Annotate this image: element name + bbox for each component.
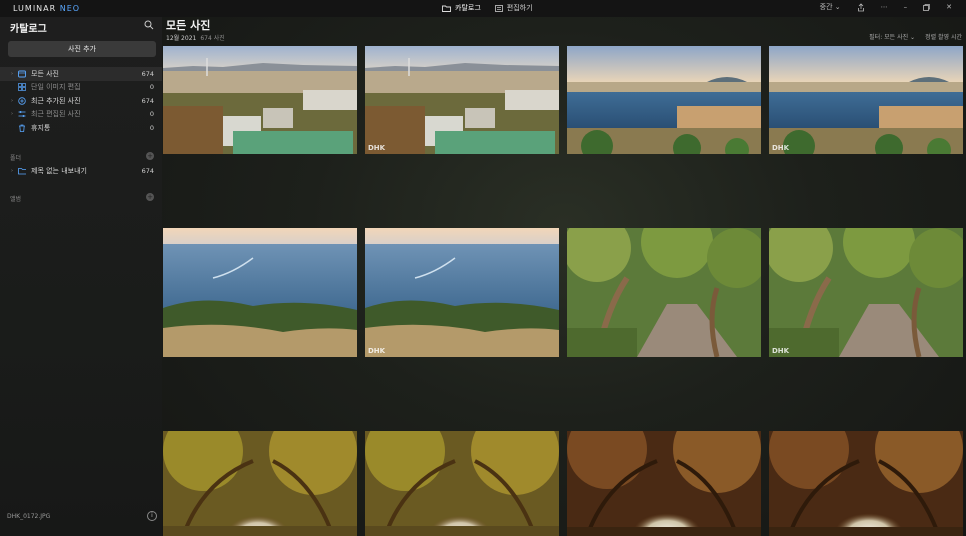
sidebar-item-label: 단일 이미지 편집 — [31, 83, 81, 92]
town-photo — [365, 46, 559, 154]
town-photo — [163, 46, 357, 154]
forest-path-photo — [769, 228, 963, 357]
photo-count: 674 사진 — [200, 35, 225, 42]
sort-dropdown[interactable]: 정렬 촬영 시간 — [925, 32, 962, 41]
tab-edit-label: 편집하기 — [506, 4, 533, 12]
watermark: DHK — [772, 144, 790, 152]
photo-thumbnail[interactable]: DHK — [365, 228, 559, 357]
date-label: 12월 2021 — [166, 35, 197, 42]
sidebar-item-count: 674 — [141, 69, 154, 78]
photo-thumbnail[interactable]: DHK — [769, 46, 963, 154]
page-title: 모든 사진 — [166, 19, 211, 32]
window-controls: 중간 ⌄ ⋯ – ✕ — [820, 2, 952, 12]
albums-heading: 앨범 — [10, 196, 22, 203]
photo-thumbnail[interactable] — [567, 46, 761, 154]
folder-icon — [442, 5, 451, 12]
close-icon[interactable]: ✕ — [946, 3, 952, 11]
watermark: DHK — [368, 347, 386, 355]
minimize-icon[interactable]: – — [904, 3, 908, 11]
watermark: DHK — [772, 347, 790, 355]
selected-file-name: DHK_0172.JPG — [7, 513, 51, 520]
plus-circle-icon — [18, 97, 26, 105]
grid-icon — [18, 83, 26, 92]
forest-path-photo — [567, 228, 761, 357]
ocean-photo — [365, 228, 559, 357]
sidebar-item-count: 674 — [141, 96, 154, 105]
title-bar: LUMINAR NEO 카탈로그 편집하기 중간 ⌄ ⋯ – ✕ — [0, 0, 966, 17]
folders-heading: 폴더 — [10, 155, 22, 162]
photo-thumbnail[interactable]: DHK — [769, 228, 963, 357]
info-icon[interactable]: i — [147, 511, 157, 521]
harbor-photo — [769, 46, 963, 154]
folder-icon — [18, 167, 26, 175]
sidebar-item-label: 최근 추가된 사진 — [31, 96, 81, 105]
trash-icon — [18, 124, 26, 132]
sliders-icon — [494, 4, 503, 12]
chevron-right-icon: › — [11, 167, 13, 174]
sidebar-item-recently-edited[interactable]: › 최근 편집된 사진 0 — [0, 108, 162, 122]
sidebar-item-recently-added[interactable]: › 최근 추가된 사진 674 — [0, 94, 162, 108]
brand-main: LUMINAR — [13, 4, 60, 13]
sidebar-item-trash[interactable]: 휴지통 0 — [0, 121, 162, 135]
tree-tunnel-photo — [567, 431, 761, 536]
add-photos-button[interactable]: 사진 추가 — [8, 41, 156, 57]
ocean-photo — [163, 228, 357, 357]
tab-edit[interactable]: 편집하기 — [494, 3, 533, 13]
adjust-icon — [18, 110, 26, 118]
folder-list: › 제목 없는 내보내기 674 — [0, 164, 162, 178]
photo-thumbnail[interactable] — [769, 431, 963, 536]
sidebar: 카탈로그 사진 추가 › 모든 사진 674 단일 이미지 편집 0 › 최근 … — [0, 17, 162, 536]
tree-tunnel-photo — [769, 431, 963, 536]
brand-accent: NEO — [59, 4, 81, 13]
sidebar-item-count: 0 — [149, 123, 154, 132]
catalog-list: › 모든 사진 674 단일 이미지 편집 0 › 최근 추가된 사진 674 … — [0, 67, 162, 135]
photo-thumbnail[interactable] — [365, 431, 559, 536]
sidebar-title: 카탈로그 — [10, 24, 47, 35]
chevron-right-icon: › — [11, 111, 13, 118]
harbor-photo — [567, 46, 761, 154]
sidebar-item-count: 0 — [149, 110, 154, 119]
sidebar-item-single-edits[interactable]: 단일 이미지 편집 0 — [0, 81, 162, 95]
sidebar-item-label: 제목 없는 내보내기 — [31, 166, 87, 175]
photo-thumbnail[interactable] — [567, 431, 761, 536]
sidebar-item-label: 최근 편집된 사진 — [31, 110, 81, 119]
watermark: DHK — [368, 144, 386, 152]
app-logo: LUMINAR NEO — [13, 4, 80, 13]
chevron-right-icon: › — [11, 70, 13, 77]
photo-thumbnail[interactable] — [567, 228, 761, 357]
photo-thumbnail[interactable]: DHK — [365, 46, 559, 154]
search-icon[interactable] — [144, 20, 154, 30]
sidebar-item-label: 모든 사진 — [31, 69, 59, 78]
add-folder-button[interactable]: + — [146, 152, 154, 160]
sort-bar: 필터: 모든 사진 ⌄ 정렬 촬영 시간 — [869, 32, 962, 41]
sidebar-item-count: 674 — [141, 166, 154, 175]
share-icon[interactable] — [857, 2, 865, 12]
sidebar-item-count: 0 — [149, 83, 154, 92]
sidebar-item-folder-export[interactable]: › 제목 없는 내보내기 674 — [0, 164, 162, 178]
top-nav: 카탈로그 편집하기 — [442, 3, 533, 13]
tab-catalog-label: 카탈로그 — [455, 4, 481, 12]
date-group-header: 12월 2021 674 사진 — [166, 33, 225, 42]
maximize-icon[interactable] — [923, 3, 930, 11]
sidebar-item-all-photos[interactable]: › 모든 사진 674 — [0, 67, 162, 81]
tree-tunnel-photo — [163, 431, 357, 536]
photo-thumbnail[interactable] — [163, 228, 357, 357]
view-size-dropdown[interactable]: 중간 ⌄ — [820, 2, 841, 12]
tab-catalog[interactable]: 카탈로그 — [442, 3, 481, 13]
photo-thumbnail[interactable] — [163, 46, 357, 154]
photos-icon — [18, 70, 26, 78]
chevron-right-icon: › — [11, 97, 13, 104]
photo-thumbnail[interactable] — [163, 431, 357, 536]
sidebar-item-label: 휴지통 — [31, 123, 51, 132]
gallery: 모든 사진 12월 2021 674 사진 필터: 모든 사진 ⌄ 정렬 촬영 시… — [162, 17, 966, 536]
add-album-button[interactable]: + — [146, 193, 154, 201]
tree-tunnel-photo — [365, 431, 559, 536]
filter-dropdown[interactable]: 필터: 모든 사진 ⌄ — [869, 32, 915, 41]
more-icon[interactable]: ⋯ — [881, 3, 888, 11]
